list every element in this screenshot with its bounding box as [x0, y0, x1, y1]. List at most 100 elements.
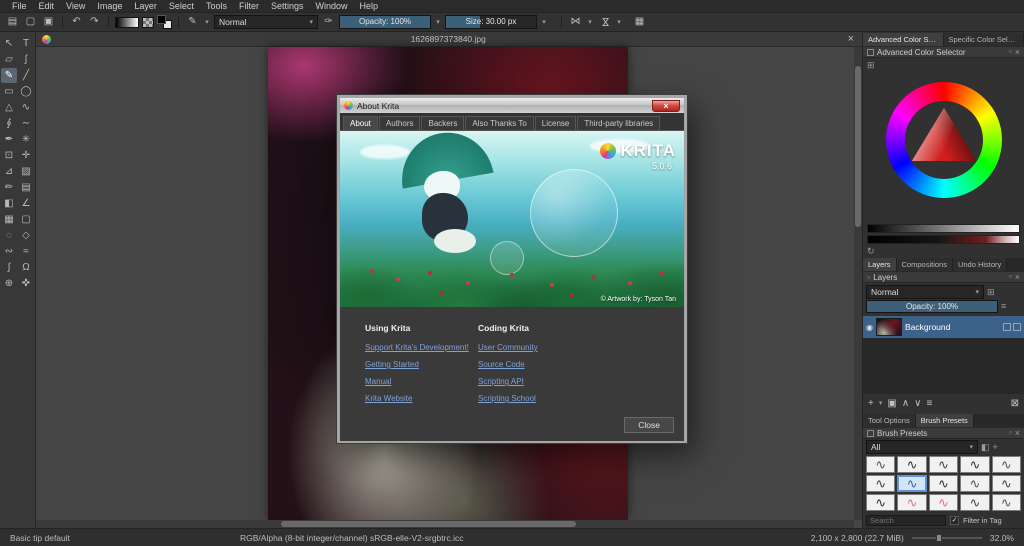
docker-tab[interactable]: Compositions: [896, 258, 953, 271]
pin-icon[interactable]: ◦: [867, 272, 870, 282]
lightness-strip[interactable]: [867, 224, 1020, 233]
tool-assistants[interactable]: ∠: [18, 196, 34, 211]
tool-bezier-selection[interactable]: ∫: [1, 260, 17, 275]
docker-tab[interactable]: Brush Presets: [915, 414, 974, 427]
brush-preset[interactable]: ∿: [928, 475, 959, 492]
add-layer-dropdown-icon[interactable]: ▾: [879, 397, 883, 411]
close-docker-icon[interactable]: ×: [1015, 47, 1020, 57]
dialog-link[interactable]: Getting Started: [365, 360, 469, 369]
tool-rectangle[interactable]: ▭: [1, 84, 17, 99]
filter-in-tag-checkbox[interactable]: ✓: [950, 515, 959, 525]
tool-elliptical-selection[interactable]: ◌: [1, 228, 17, 243]
delete-layer-icon[interactable]: ⊠: [1011, 397, 1019, 411]
redo-icon[interactable]: ↷: [87, 15, 102, 29]
vertical-scrollbar[interactable]: [854, 47, 862, 520]
brush-preset[interactable]: ∿: [866, 475, 896, 492]
zoom-slider[interactable]: [911, 533, 982, 543]
float-docker-icon[interactable]: ▫: [1009, 429, 1012, 437]
tool-freehand-selection[interactable]: ∾: [1, 244, 17, 259]
selector-settings-icon[interactable]: ⊞: [867, 60, 875, 71]
dialog-link[interactable]: Krita Website: [365, 394, 469, 403]
dialog-title-bar[interactable]: About Krita ×: [340, 98, 684, 113]
add-layer-icon[interactable]: +: [868, 397, 874, 411]
color-wheel[interactable]: [886, 82, 1002, 198]
float-docker-icon[interactable]: ▫: [1009, 273, 1012, 281]
opacity-slider[interactable]: Opacity: 100%: [339, 15, 431, 29]
mirror-vertical-icon[interactable]: ⋈: [598, 15, 612, 30]
save-document-icon[interactable]: ▣: [41, 15, 56, 29]
wrap-around-icon[interactable]: ▦: [632, 15, 647, 29]
tool-transform[interactable]: ⊡: [1, 148, 17, 163]
gradient-preview[interactable]: [115, 16, 139, 28]
menu-item[interactable]: Window: [309, 1, 353, 11]
mirror-horizontal-dropdown-icon[interactable]: ▾: [586, 18, 594, 26]
tool-line[interactable]: ╱: [18, 68, 34, 83]
tool-polygonal-selection[interactable]: ◇: [18, 228, 34, 243]
brush-preset[interactable]: ∿: [928, 494, 959, 511]
brush-preset[interactable]: ∿: [960, 494, 990, 511]
brush-size-slider[interactable]: Size: 30.00 px: [445, 15, 537, 29]
foreground-background-swatch[interactable]: [157, 15, 172, 29]
zoom-level[interactable]: 32.0%: [990, 533, 1014, 543]
brush-preset[interactable]: ∿: [866, 456, 896, 473]
menu-item[interactable]: Settings: [265, 1, 310, 11]
tool-freehand-brush[interactable]: ✎: [1, 68, 17, 83]
close-document-icon[interactable]: ×: [846, 33, 856, 45]
layer-options-icon[interactable]: ≡: [1001, 302, 1006, 311]
duplicate-layer-icon[interactable]: ▣: [887, 397, 896, 411]
brush-preset[interactable]: ∿: [960, 456, 990, 473]
docker-tab[interactable]: Layers: [863, 258, 897, 271]
brush-preset[interactable]: ∿: [960, 475, 990, 492]
choose-brush-preset-icon[interactable]: ✑: [321, 15, 336, 29]
dialog-link[interactable]: Support Krita's Development!: [365, 343, 469, 352]
tool-select-shapes[interactable]: ↖: [1, 36, 17, 51]
opacity-dropdown-icon[interactable]: ▾: [434, 18, 442, 26]
dialog-close-button[interactable]: ×: [652, 99, 680, 112]
tool-ellipse[interactable]: ◯: [18, 84, 34, 99]
brush-preset[interactable]: ∿: [991, 456, 1021, 473]
menu-item[interactable]: Edit: [33, 1, 61, 11]
tool-reference-images[interactable]: ▦: [1, 212, 17, 227]
tool-dynamic-brush[interactable]: ✒: [1, 132, 17, 147]
layer-row[interactable]: ◉ Background: [863, 316, 1024, 338]
docker-tab[interactable]: Undo History: [952, 258, 1008, 271]
tag-icon[interactable]: ◧: [981, 442, 990, 452]
brush-editor-icon[interactable]: ✎: [185, 15, 200, 29]
dialog-link[interactable]: Scripting School: [478, 394, 538, 403]
dialog-link[interactable]: Manual: [365, 377, 469, 386]
tool-color-sampler[interactable]: ✏: [1, 180, 17, 195]
docker-tab[interactable]: Tool Options: [863, 414, 916, 427]
menu-item[interactable]: View: [60, 1, 91, 11]
open-document-icon[interactable]: ▢: [23, 15, 38, 29]
docker-tab[interactable]: Specific Color Selec...: [943, 32, 1024, 46]
tool-multibrush[interactable]: ✳: [18, 132, 34, 147]
menu-item[interactable]: Select: [163, 1, 200, 11]
menu-item[interactable]: File: [6, 1, 33, 11]
tool-zoom[interactable]: ⊕: [1, 276, 17, 291]
brush-preset[interactable]: ∿: [991, 475, 1021, 492]
float-docker-icon[interactable]: ▫: [1009, 48, 1012, 56]
tool-fill[interactable]: ◧: [1, 196, 17, 211]
tool-bezier-curve[interactable]: ∮: [1, 116, 17, 131]
dialog-tab[interactable]: License: [534, 116, 577, 130]
new-document-icon[interactable]: ▤: [5, 15, 20, 29]
tool-polygon[interactable]: △: [1, 100, 17, 115]
tool-calligraphy[interactable]: ʃ: [18, 52, 34, 67]
menu-item[interactable]: Tools: [200, 1, 233, 11]
layer-opacity-slider[interactable]: Opacity: 100%: [866, 300, 998, 313]
tool-text[interactable]: T: [18, 36, 34, 51]
tool-rectangular-selection[interactable]: ▢: [18, 212, 34, 227]
dialog-tab[interactable]: Also Thanks To: [465, 116, 534, 130]
layer-blend-mode-combo[interactable]: Normal ▾: [866, 285, 984, 299]
dialog-link[interactable]: Source Code: [478, 360, 538, 369]
brush-editor-dropdown-icon[interactable]: ▾: [203, 18, 211, 26]
shade-strip[interactable]: [867, 235, 1020, 244]
brush-preset[interactable]: ∿: [897, 456, 927, 473]
menu-item[interactable]: Image: [91, 1, 128, 11]
mirror-vertical-dropdown-icon[interactable]: ▾: [615, 18, 623, 26]
close-button[interactable]: Close: [624, 417, 674, 433]
alpha-lock-icon[interactable]: [1003, 323, 1011, 331]
tool-move[interactable]: ✛: [18, 148, 34, 163]
pattern-preview[interactable]: [142, 16, 154, 28]
brush-preset[interactable]: ∿: [991, 494, 1021, 511]
